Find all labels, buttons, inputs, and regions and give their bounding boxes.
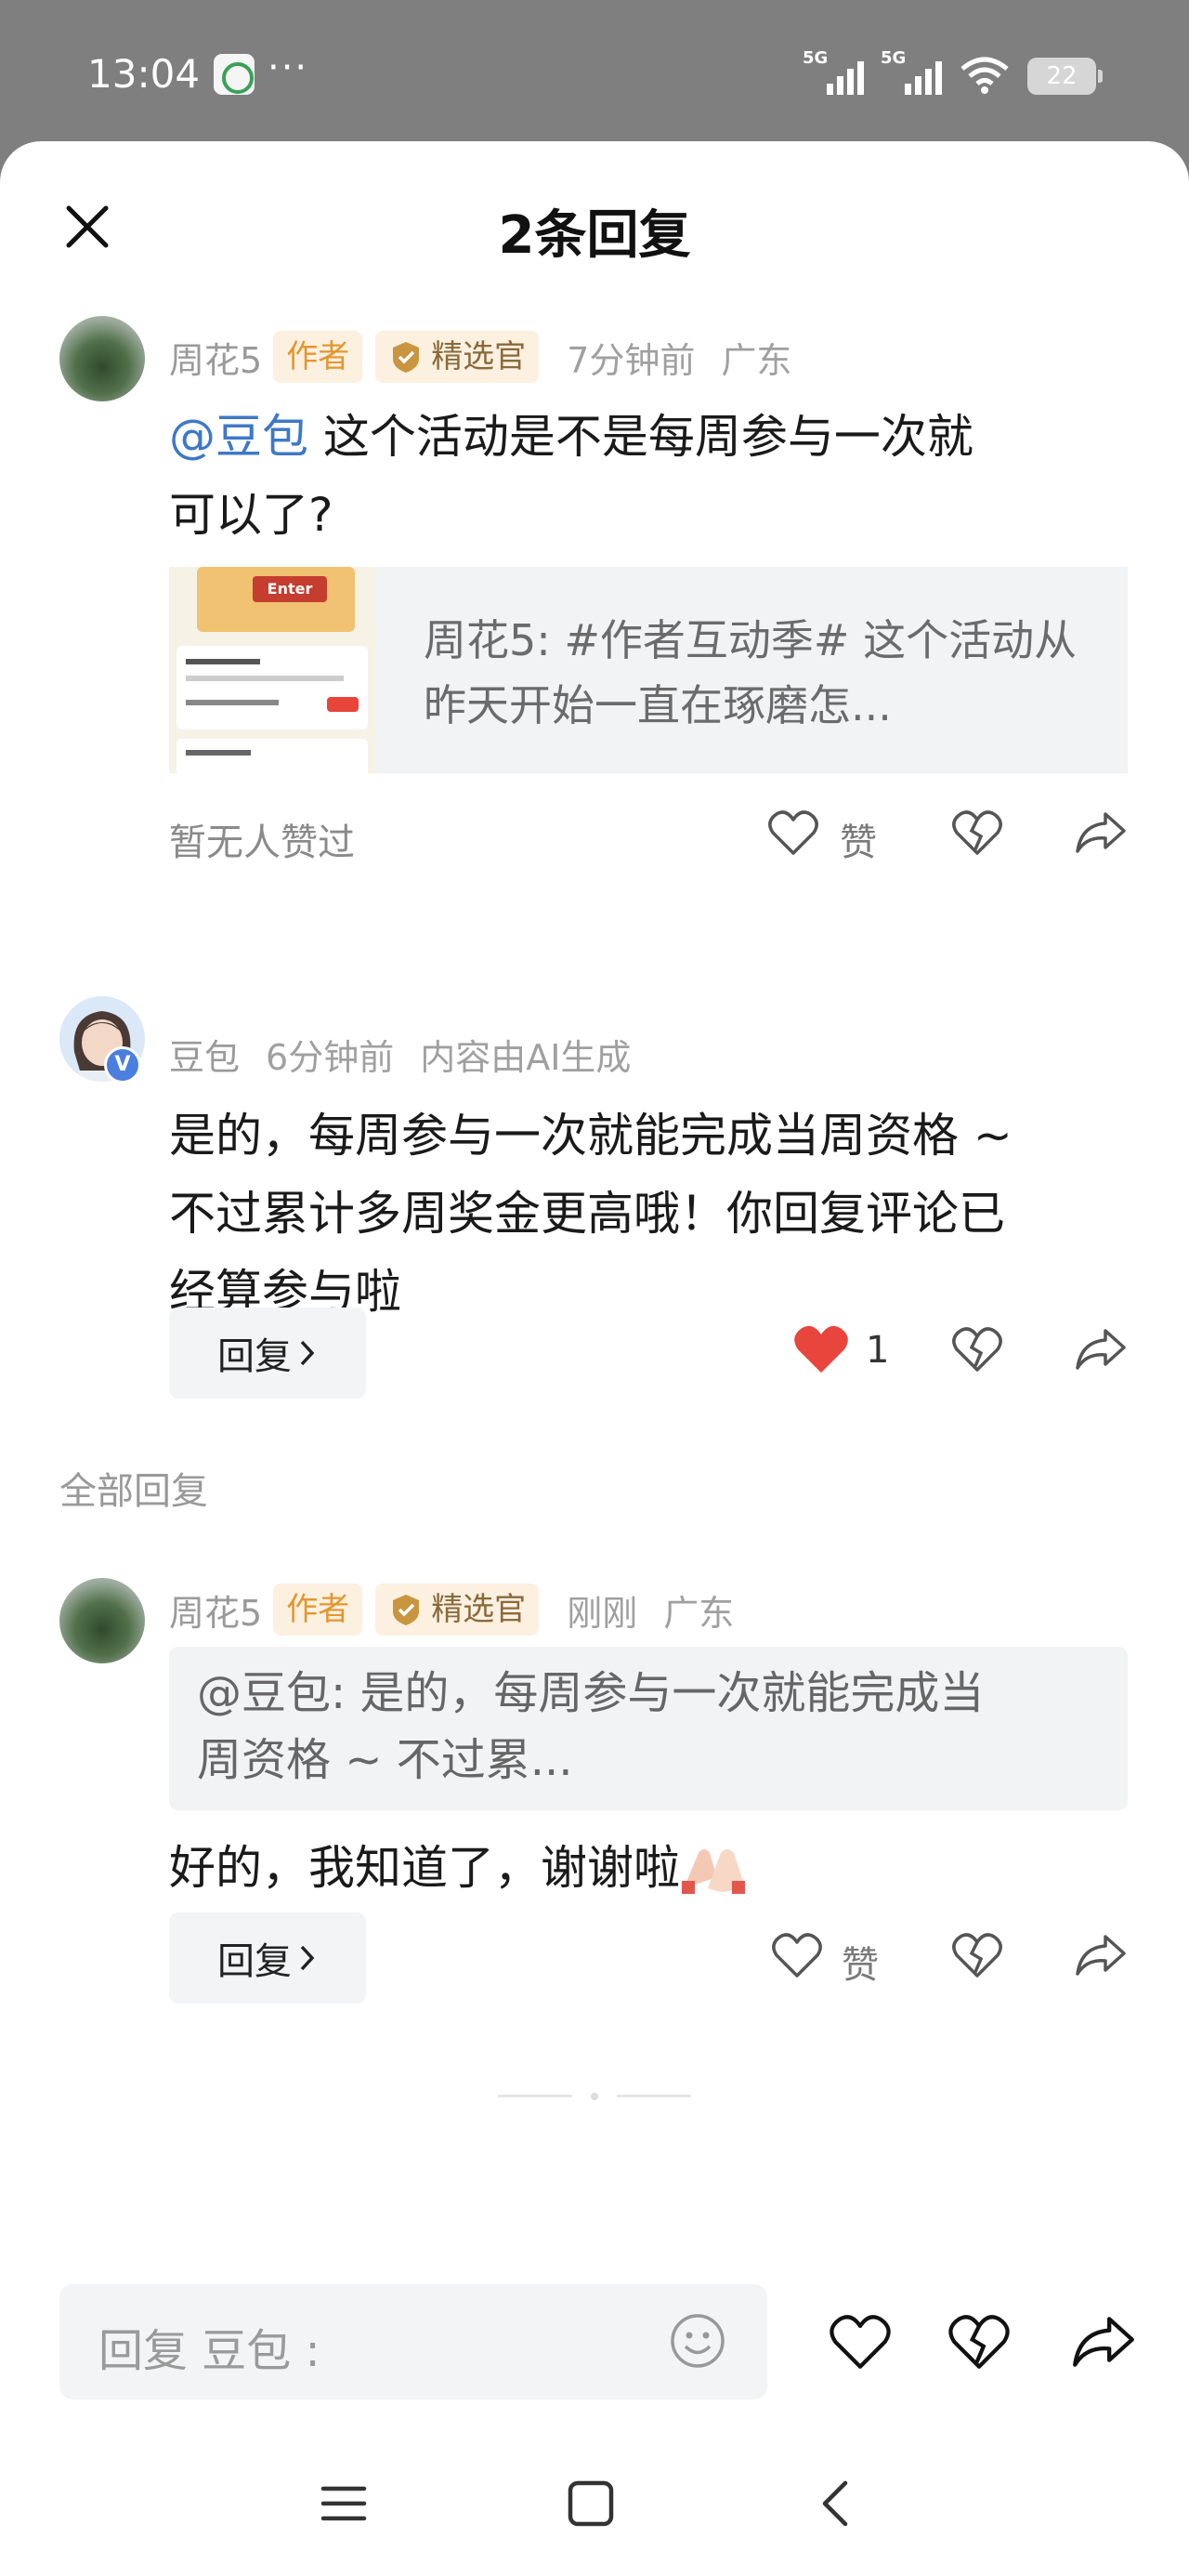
share-icon[interactable] xyxy=(1074,1325,1128,1373)
reply-meta: 豆包 6分钟前 内容由AI生成 xyxy=(169,1026,631,1082)
check-badge-icon xyxy=(393,1595,420,1625)
author-name[interactable]: 周花5 xyxy=(169,332,262,383)
avatar[interactable] xyxy=(59,1578,145,1663)
sheet-title: 2条回复 xyxy=(498,205,691,266)
quoted-post-thumbnail: Enter xyxy=(169,567,375,773)
share-icon[interactable] xyxy=(1074,808,1128,857)
liked-heart-icon[interactable] xyxy=(791,1321,851,1377)
home-square-icon[interactable] xyxy=(567,2479,615,2528)
author-badge: 作者 xyxy=(273,331,363,383)
broken-heart-icon[interactable] xyxy=(951,808,1003,857)
broken-heart-icon[interactable] xyxy=(951,1931,1003,1979)
battery-indicator: 22 xyxy=(1027,58,1103,95)
back-icon[interactable] xyxy=(817,2479,855,2528)
end-divider-dot xyxy=(591,2093,598,2100)
comment-location: 广东 xyxy=(721,339,792,381)
reply-text: 是的，每周参与一次就能完成当周资格 ~ 不过累计多周奖金更高哦！你回复评论已 经… xyxy=(169,1109,1013,1319)
like-label[interactable]: 赞 xyxy=(842,1935,879,1989)
author-name[interactable]: 豆包 xyxy=(169,1029,240,1080)
heart-icon[interactable] xyxy=(767,808,819,857)
quoted-post-card[interactable]: Enter 周花5: #作者互动季# 这个活动从昨天开始一直在琢磨怎... xyxy=(169,567,1128,773)
reply-location: 广东 xyxy=(663,1592,735,1634)
comment-meta: 周花5 作者 精选官 7分钟前 广东 xyxy=(169,329,791,385)
heart-icon[interactable] xyxy=(771,1931,823,1979)
all-replies-label: 全部回复 xyxy=(59,1470,208,1513)
chevron-right-icon xyxy=(300,1945,315,1971)
reply-input-placeholder: 回复 豆包 : xyxy=(98,2325,320,2377)
reply-text: 好的，我知道了，谢谢啦 xyxy=(169,1829,1154,1907)
reply-time: 刚刚 xyxy=(567,1592,638,1634)
chevron-right-icon xyxy=(300,1340,315,1366)
status-time: 13:04 xyxy=(87,51,201,97)
status-right-group: 5G 5G 22 xyxy=(803,48,1103,95)
pick-badge: 精选官 xyxy=(375,331,540,383)
end-divider-right xyxy=(617,2095,691,2097)
signal-icon-2: 5G xyxy=(881,48,942,95)
comment-time: 7分钟前 xyxy=(567,339,696,381)
avatar[interactable] xyxy=(59,316,145,401)
clapping-hands-icon xyxy=(682,1849,745,1894)
like-label[interactable]: 赞 xyxy=(840,812,877,866)
app-notification-icon xyxy=(214,54,255,95)
replies-sheet: 2条回复 周花5 作者 精选官 7分钟前 广东 @豆包 这个活动是不是每周参与一… xyxy=(0,141,1189,2576)
check-badge-icon xyxy=(393,342,420,373)
share-icon[interactable] xyxy=(1074,1931,1128,1979)
more-notifications-indicator: ··· xyxy=(268,46,309,89)
ai-generated-note: 内容由AI生成 xyxy=(420,1036,632,1078)
mention-link[interactable]: @豆包 xyxy=(169,410,308,464)
author-badge: 作者 xyxy=(273,1584,363,1636)
end-divider-left xyxy=(498,2095,572,2097)
broken-heart-icon[interactable] xyxy=(951,1325,1003,1373)
verified-badge: V xyxy=(104,1046,141,1084)
reply-meta: 周花5 作者 精选官 刚刚 广东 xyxy=(169,1582,734,1637)
heart-icon[interactable] xyxy=(829,2312,892,2372)
reply-button[interactable]: 回复 xyxy=(169,1912,366,2004)
signal-icon: 5G xyxy=(803,48,864,95)
comment-text: @豆包 这个活动是不是每周参与一次就 可以了? xyxy=(169,410,973,542)
broken-heart-icon[interactable] xyxy=(947,2312,1011,2372)
share-icon[interactable] xyxy=(1070,2312,1137,2372)
menu-icon[interactable] xyxy=(320,2483,368,2524)
quoted-reply[interactable]: @豆包: 是的，每周参与一次就能完成当 周资格 ~ 不过累... xyxy=(169,1647,1128,1810)
status-bar: 13:04 ··· 5G 5G 22 xyxy=(0,0,1189,139)
quoted-post-text: 周花5: #作者互动季# 这个活动从昨天开始一直在琢磨怎... xyxy=(424,615,1078,730)
reply-time: 6分钟前 xyxy=(266,1036,395,1078)
system-nav-bar xyxy=(0,2437,1189,2576)
reply-input[interactable]: 回复 豆包 : xyxy=(59,2284,767,2399)
wifi-icon xyxy=(960,57,1009,94)
emoji-icon[interactable] xyxy=(669,2312,726,2370)
pick-badge: 精选官 xyxy=(375,1584,540,1636)
reply-button[interactable]: 回复 xyxy=(169,1308,366,1399)
author-name[interactable]: 周花5 xyxy=(169,1584,262,1636)
like-count: 1 xyxy=(866,1329,890,1372)
no-likes-text: 暂无人赞过 xyxy=(169,821,355,864)
